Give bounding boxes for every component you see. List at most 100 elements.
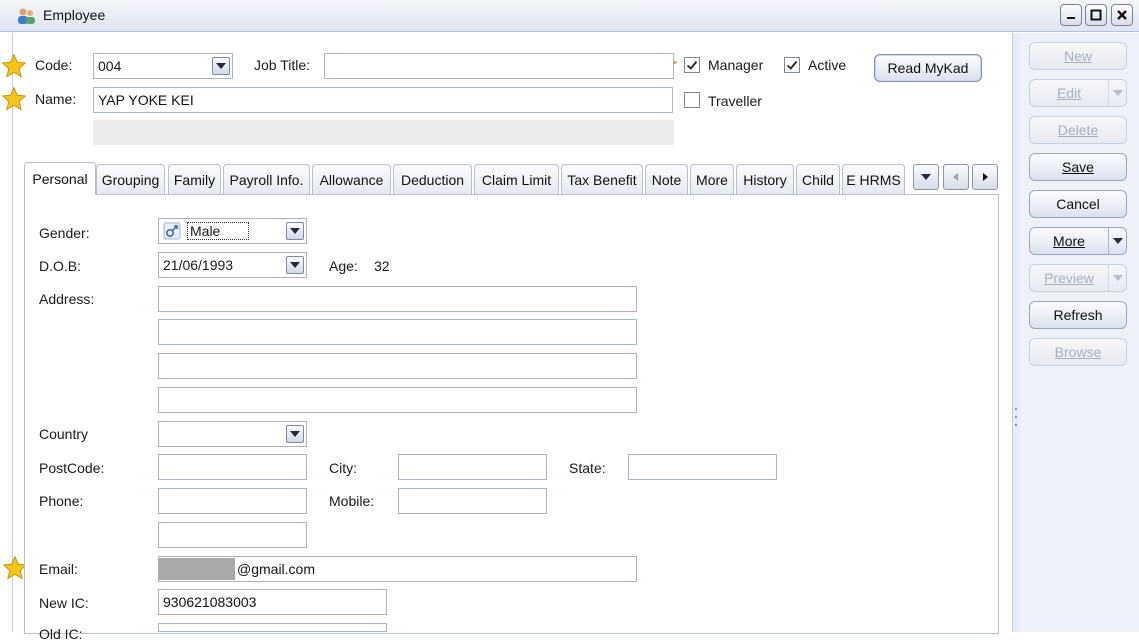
new-ic-label: New IC:	[39, 595, 89, 611]
tab-payroll-info[interactable]: Payroll Info.	[223, 164, 310, 194]
phone-label: Phone:	[39, 493, 84, 509]
email-label: Email:	[39, 561, 78, 577]
code-combo[interactable]: 004	[93, 53, 233, 79]
postcode-input[interactable]	[158, 454, 307, 480]
tab-grouping[interactable]: Grouping	[96, 164, 165, 194]
preview-dropdown-button[interactable]	[1108, 265, 1126, 291]
edit-button[interactable]: Edit	[1029, 79, 1127, 107]
male-icon	[163, 222, 181, 240]
preview-button[interactable]: Preview	[1029, 264, 1127, 292]
preview-label: Preview	[1044, 270, 1094, 286]
minimize-icon	[1067, 17, 1075, 19]
gender-combo[interactable]: Male	[158, 218, 307, 244]
old-ic-input[interactable]	[158, 623, 387, 632]
tab-allowance[interactable]: Allowance	[312, 164, 391, 194]
dob-value: 21/06/1993	[163, 257, 234, 273]
delete-label: Delete	[1057, 122, 1099, 138]
new-button[interactable]: New	[1029, 42, 1127, 70]
edit-dropdown-button[interactable]	[1108, 80, 1126, 106]
phone-input[interactable]	[158, 488, 307, 514]
tab-tax-benefit[interactable]: Tax Benefit	[561, 164, 643, 194]
tab-note[interactable]: Note	[645, 164, 688, 194]
tab-claim-limit[interactable]: Claim Limit	[474, 164, 559, 194]
chevron-left-icon	[953, 173, 958, 181]
code-dropdown-button[interactable]	[212, 57, 230, 75]
tab-label: Claim Limit	[481, 171, 552, 188]
chevron-down-icon	[1112, 90, 1123, 96]
chevron-down-icon	[921, 174, 931, 180]
chevron-down-icon	[216, 63, 226, 69]
address-line-3-input[interactable]	[158, 353, 637, 379]
mobile-input[interactable]	[398, 488, 547, 514]
tab-personal[interactable]: Personal	[24, 162, 96, 195]
age-label: Age:	[329, 258, 358, 274]
gender-value: Male	[187, 222, 250, 240]
save-button[interactable]: Save	[1029, 153, 1127, 181]
cancel-button[interactable]: Cancel	[1029, 190, 1127, 218]
panel-splitter[interactable]	[1012, 33, 1020, 632]
traveller-checkbox[interactable]	[684, 92, 700, 108]
dob-date-picker[interactable]: 21/06/1993	[158, 252, 307, 278]
tab-history[interactable]: History	[736, 164, 794, 194]
tab-label: E HRMS	[846, 171, 901, 188]
read-mykad-label: Read MyKad	[887, 60, 969, 76]
close-button[interactable]	[1111, 4, 1133, 26]
tab-label: Personal	[32, 171, 88, 187]
mobile-label: Mobile:	[329, 493, 375, 509]
save-label: Save	[1062, 159, 1094, 175]
manager-label: Manager	[708, 57, 764, 73]
title-bar: Employee	[0, 0, 1139, 32]
state-label: State:	[569, 460, 606, 476]
delete-button[interactable]: Delete	[1029, 116, 1127, 144]
browse-button[interactable]: Browse	[1029, 338, 1127, 366]
address-line-1-input[interactable]	[158, 286, 637, 312]
job-title-input[interactable]	[324, 53, 674, 79]
country-label: Country	[39, 426, 89, 442]
chevron-down-icon	[290, 228, 300, 234]
more-dropdown-button[interactable]	[1108, 228, 1126, 254]
country-dropdown-button[interactable]	[286, 425, 304, 443]
tab-label: Grouping	[101, 171, 160, 188]
tab-deduction[interactable]: Deduction	[393, 164, 472, 194]
read-mykad-button[interactable]: Read MyKad	[874, 54, 982, 82]
dob-dropdown-button[interactable]	[286, 256, 304, 274]
checkmark-icon	[686, 60, 698, 70]
gender-dropdown-button[interactable]	[286, 222, 304, 240]
manager-checkbox[interactable]	[684, 57, 700, 73]
required-star-icon	[1, 86, 27, 111]
tab-child[interactable]: Child	[796, 164, 840, 194]
maximize-button[interactable]	[1085, 4, 1107, 26]
new-ic-input[interactable]	[158, 589, 387, 615]
state-input[interactable]	[628, 454, 777, 480]
minimize-button[interactable]	[1060, 4, 1082, 26]
edit-label: Edit	[1056, 85, 1082, 101]
tab-e-hrms[interactable]: E HRMS	[842, 164, 905, 194]
job-title-label: Job Title:	[254, 57, 311, 73]
tab-scroll-left-button[interactable]	[943, 164, 969, 190]
active-label: Active	[808, 57, 847, 73]
redacted-block	[159, 558, 235, 580]
tab-label: Note	[651, 171, 682, 188]
tab-more[interactable]: More	[690, 164, 734, 194]
name-input[interactable]	[93, 87, 673, 113]
refresh-button[interactable]: Refresh	[1029, 301, 1127, 329]
tab-family[interactable]: Family	[168, 164, 221, 194]
tab-scroll-right-button[interactable]	[972, 164, 998, 190]
name-secondary-field	[93, 120, 674, 145]
tab-label: Tax Benefit	[567, 171, 637, 188]
chevron-right-icon	[983, 173, 988, 181]
address-label: Address:	[39, 291, 95, 307]
more-button[interactable]: More	[1029, 227, 1127, 255]
browse-label: Browse	[1054, 344, 1102, 360]
active-checkbox[interactable]	[784, 57, 800, 73]
code-label: Code:	[35, 57, 73, 73]
address-line-2-input[interactable]	[158, 319, 637, 345]
tab-label: Deduction	[400, 171, 465, 188]
more-label: More	[1053, 233, 1085, 249]
phone-extra-input[interactable]	[158, 522, 307, 548]
email-input[interactable]: @gmail.com	[158, 556, 637, 582]
address-line-4-input[interactable]	[158, 387, 637, 413]
country-combo[interactable]	[158, 421, 307, 447]
tab-list-dropdown-button[interactable]	[913, 164, 939, 190]
city-input[interactable]	[398, 454, 547, 480]
